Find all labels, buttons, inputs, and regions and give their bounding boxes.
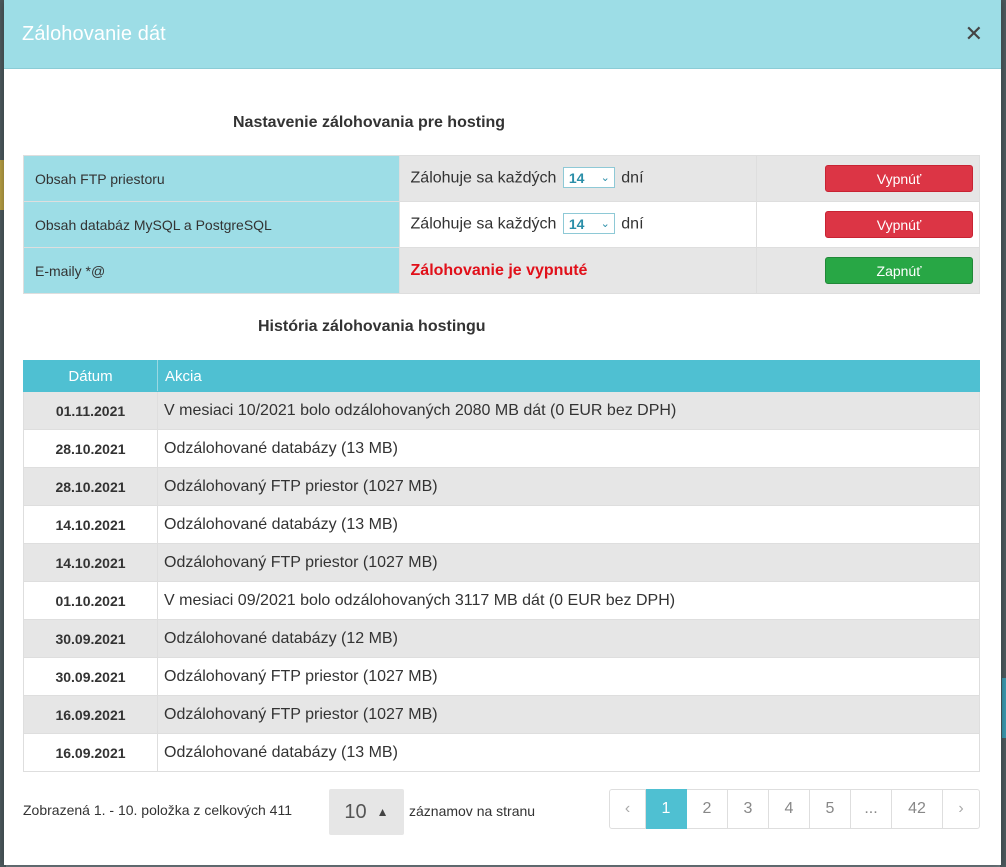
- caret-up-icon: ▲: [376, 805, 389, 819]
- row-date: 28.10.2021: [23, 429, 158, 468]
- backup-disabled-status: Zálohovanie je vypnuté: [410, 261, 588, 279]
- page-button-42[interactable]: 42: [892, 789, 943, 829]
- interval-prefix: Zálohuje sa každých: [410, 215, 557, 233]
- settings-row-action: Vypnúť: [756, 201, 980, 248]
- page-button-3[interactable]: 3: [728, 789, 769, 829]
- row-action: Odzálohovaný FTP priestor (1027 MB): [157, 543, 980, 582]
- row-action: Odzálohované databázy (13 MB): [157, 505, 980, 544]
- per-page-value: 10: [344, 800, 367, 823]
- row-action: V mesiaci 09/2021 bolo odzálohovaných 31…: [157, 581, 980, 620]
- history-title: História zálohovania hostingu: [258, 318, 486, 335]
- row-date: 16.09.2021: [23, 733, 158, 772]
- days-select-value: 14: [568, 215, 585, 232]
- disable-db-backup-button[interactable]: Vypnúť: [825, 211, 973, 238]
- column-header-action[interactable]: Akcia: [157, 360, 980, 392]
- chevron-down-icon: ⌄: [600, 172, 610, 184]
- next-page-button[interactable]: ›: [943, 789, 980, 829]
- row-date: 14.10.2021: [23, 543, 158, 582]
- settings-row-emails: E-maily *@ Zálohovanie je vypnuté Zapnúť: [23, 247, 980, 294]
- page-button-4[interactable]: 4: [769, 789, 810, 829]
- days-select[interactable]: 14 ⌄: [562, 167, 615, 188]
- prev-page-button[interactable]: ‹: [609, 789, 646, 829]
- modal-title: Zálohovanie dát: [22, 22, 166, 45]
- page-button-5[interactable]: 5: [810, 789, 851, 829]
- table-row: 28.10.2021 Odzálohované databázy (13 MB): [23, 429, 980, 468]
- table-row: 14.10.2021 Odzálohované databázy (13 MB): [23, 505, 980, 544]
- settings-table: Obsah FTP priestoru Zálohuje sa každých …: [23, 155, 980, 294]
- column-header-date[interactable]: Dátum: [23, 360, 158, 392]
- table-row: 16.09.2021 Odzálohovaný FTP priestor (102…: [23, 695, 980, 734]
- settings-row-databases: Obsah databáz MySQL a PostgreSQL Zálohuj…: [23, 201, 980, 248]
- settings-row-action: Zapnúť: [756, 247, 980, 294]
- row-action: Odzálohované databázy (13 MB): [157, 733, 980, 772]
- chevron-down-icon: ⌄: [600, 218, 610, 230]
- page-button-1[interactable]: 1: [646, 789, 687, 829]
- page-ellipsis: ...: [851, 789, 892, 829]
- row-date: 14.10.2021: [23, 505, 158, 544]
- settings-row-ftp: Obsah FTP priestoru Zálohuje sa každých …: [23, 155, 980, 202]
- row-action: Odzálohovaný FTP priestor (1027 MB): [157, 695, 980, 734]
- settings-row-value: Zálohuje sa každých 14 ⌄ dní: [398, 201, 758, 248]
- backdrop-accent-right: [1002, 678, 1006, 738]
- table-row: 14.10.2021 Odzálohovaný FTP priestor (102…: [23, 543, 980, 582]
- table-row: 30.09.2021 Odzálohovaný FTP priestor (102…: [23, 657, 980, 696]
- history-table: Dátum Akcia 01.11.2021 V mesiaci 10/2021 …: [23, 360, 980, 772]
- table-row: 28.10.2021 Odzálohovaný FTP priestor (102…: [23, 467, 980, 506]
- pagination: ‹ 1 2 3 4 5 ... 42 ›: [609, 789, 980, 829]
- row-date: 30.09.2021: [23, 619, 158, 658]
- table-footer: Zobrazená 1. - 10. položka z celkových 4…: [23, 789, 980, 835]
- interval-suffix: dní: [621, 215, 644, 233]
- days-select-value: 14: [568, 169, 585, 186]
- row-date: 28.10.2021: [23, 467, 158, 506]
- per-page-label: záznamov na stranu: [409, 803, 536, 819]
- settings-row-value: Zálohuje sa každých 14 ⌄ dní: [398, 155, 758, 202]
- per-page-select[interactable]: 10 ▲: [329, 789, 404, 835]
- enable-email-backup-button[interactable]: Zapnúť: [825, 257, 973, 284]
- table-row: 01.10.2021 V mesiaci 09/2021 bolo odzáloh…: [23, 581, 980, 620]
- interval-suffix: dní: [621, 169, 644, 187]
- table-row: 16.09.2021 Odzálohované databázy (13 MB): [23, 733, 980, 772]
- history-header-row: Dátum Akcia: [23, 360, 980, 392]
- pagination-summary: Zobrazená 1. - 10. položka z celkových 4…: [23, 802, 293, 818]
- page-button-2[interactable]: 2: [687, 789, 728, 829]
- row-date: 30.09.2021: [23, 657, 158, 696]
- interval-prefix: Zálohuje sa každých: [410, 169, 557, 187]
- row-date: 01.10.2021: [23, 581, 158, 620]
- settings-row-label: Obsah databáz MySQL a PostgreSQL: [23, 201, 400, 248]
- disable-ftp-backup-button[interactable]: Vypnúť: [825, 165, 973, 192]
- row-action: Odzálohované databázy (13 MB): [157, 429, 980, 468]
- close-icon[interactable]: ✕: [965, 23, 983, 45]
- row-action: V mesiaci 10/2021 bolo odzálohovaných 20…: [157, 391, 980, 430]
- days-select[interactable]: 14 ⌄: [562, 213, 615, 234]
- backup-modal: Zálohovanie dát ✕ Nastavenie zálohovania…: [4, 0, 1001, 865]
- row-action: Odzálohovaný FTP priestor (1027 MB): [157, 467, 980, 506]
- settings-row-label: Obsah FTP priestoru: [23, 155, 400, 202]
- settings-row-action: Vypnúť: [756, 155, 980, 202]
- table-row: 30.09.2021 Odzálohované databázy (12 MB): [23, 619, 980, 658]
- settings-title: Nastavenie zálohovania pre hosting: [233, 114, 506, 131]
- table-row: 01.11.2021 V mesiaci 10/2021 bolo odzáloh…: [23, 391, 980, 430]
- settings-row-value: Zálohovanie je vypnuté: [398, 247, 758, 294]
- row-action: Odzálohované databázy (12 MB): [157, 619, 980, 658]
- modal-header: Zálohovanie dát ✕: [4, 0, 1001, 69]
- settings-row-label: E-maily *@: [23, 247, 400, 294]
- row-date: 01.11.2021: [23, 391, 158, 430]
- row-action: Odzálohovaný FTP priestor (1027 MB): [157, 657, 980, 696]
- row-date: 16.09.2021: [23, 695, 158, 734]
